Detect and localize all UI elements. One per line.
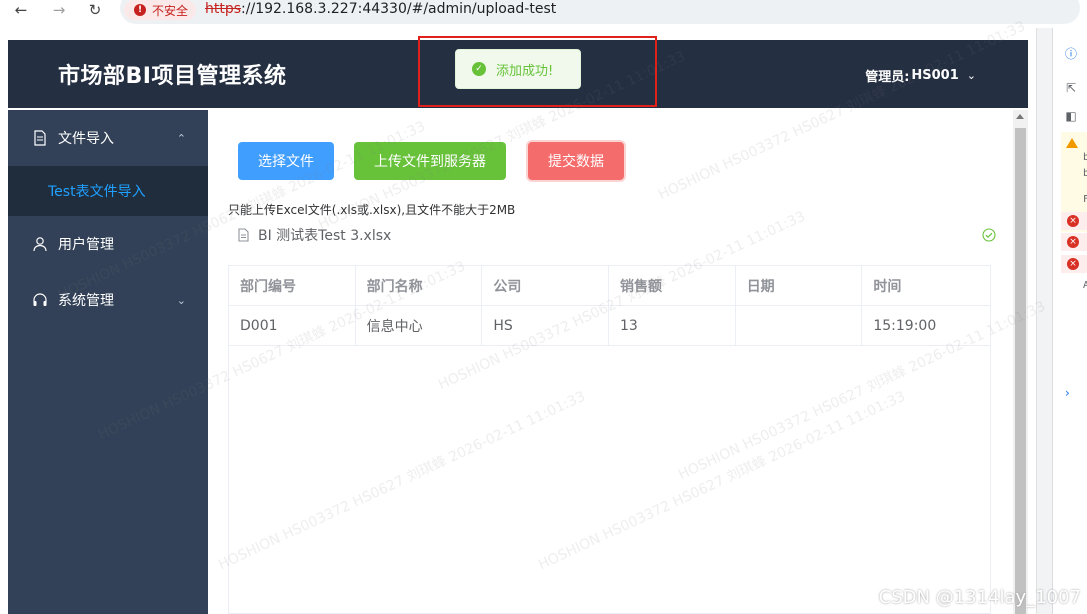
sidebar-item-user-management[interactable]: 用户管理: [8, 216, 208, 272]
user-name: HS001: [911, 68, 959, 83]
file-icon: [236, 228, 250, 242]
devtools-panel: ⓘ ⇱ ◧ b b F × × × A ›: [1052, 28, 1087, 614]
submit-data-button[interactable]: 提交数据: [528, 142, 624, 180]
sidebar: 文件导入 ⌃ Test表文件导入 用户管理 系统管理 ⌄: [8, 110, 208, 614]
column-header[interactable]: 部门名称: [356, 266, 483, 305]
choose-file-button[interactable]: 选择文件: [238, 142, 334, 180]
table-cell: 13: [609, 306, 736, 345]
csdn-credit: CSDN @1314lay_1007: [878, 587, 1081, 608]
table-row[interactable]: D001 信息中心 HS 13 15:19:00: [229, 306, 990, 346]
info-icon[interactable]: ⓘ: [1063, 46, 1079, 62]
reload-icon[interactable]: ↻: [84, 0, 106, 20]
upload-hint: 只能上传Excel文件(.xls或.xlsx),且文件不能大于2MB: [228, 203, 516, 217]
table-cell: 15:19:00: [873, 317, 937, 334]
column-header[interactable]: 日期: [736, 266, 863, 305]
console-error: ×: [1061, 212, 1087, 230]
table-cell: HS: [482, 306, 610, 345]
user-menu[interactable]: 管理员: HS001 ⌄: [865, 66, 976, 85]
url-text[interactable]: https://192.168.3.227:44330/#/admin/uplo…: [205, 1, 556, 17]
arrow-left-icon[interactable]: ←: [10, 0, 32, 20]
app-page: 市场部BI项目管理系统 管理员: HS001 ⌄ 文件导入 ⌃ Test表文件导…: [8, 40, 1028, 614]
sidebar-subitem-test-import[interactable]: Test表文件导入: [8, 166, 208, 216]
warning-icon: !: [134, 4, 146, 16]
url-protocol: https: [205, 1, 242, 17]
upload-to-server-button[interactable]: 上传文件到服务器: [354, 142, 506, 180]
user-role-label: 管理员:: [865, 70, 910, 85]
security-chip[interactable]: ! 不安全: [124, 0, 197, 20]
scroll-thumb[interactable]: [1015, 128, 1026, 614]
sidebar-item-label: 用户管理: [58, 237, 114, 253]
sidebar-subitem-label: Test表文件导入: [48, 184, 146, 200]
main-content: 选择文件 上传文件到服务器 提交数据 只能上传Excel文件(.xls或.xls…: [208, 110, 1013, 614]
data-table: 部门编号 部门名称 公司 销售额 日期 时间 D001 信息中心 HS 13 1…: [228, 265, 991, 614]
warning-triangle-icon: [1066, 138, 1078, 148]
sidebar-item-label: 系统管理: [58, 293, 114, 309]
annotation-highlight-box: [418, 36, 657, 107]
scroll-up-icon[interactable]: [1016, 114, 1024, 119]
console-text: A: [1083, 280, 1087, 291]
console-error: ×: [1061, 255, 1087, 273]
url-path: ://192.168.3.227:44330/#/admin/upload-te…: [241, 1, 557, 17]
uploaded-file-item[interactable]: BI 测试表Test 3.xlsx: [236, 224, 996, 246]
headset-icon: [32, 292, 48, 308]
error-icon: ×: [1067, 236, 1079, 248]
browser-toolbar: ← → ↻ ! 不安全 https://192.168.3.227:44330/…: [0, 0, 1087, 24]
security-label: 不安全: [152, 3, 189, 18]
file-name: BI 测试表Test 3.xlsx: [258, 228, 392, 244]
table-cell: [736, 306, 863, 345]
table-header: 部门编号 部门名称 公司 销售额 日期 时间: [229, 266, 990, 306]
inspect-icon[interactable]: ⇱: [1063, 80, 1079, 96]
arrow-right-icon[interactable]: →: [48, 0, 70, 20]
check-circle-icon: [982, 228, 996, 242]
sidebar-item-label: 文件导入: [58, 131, 114, 147]
devtools-resize-bar[interactable]: [1036, 28, 1052, 614]
error-icon: ×: [1067, 258, 1079, 270]
column-header[interactable]: 部门编号: [229, 266, 356, 305]
sidebar-toggle-icon[interactable]: ◧: [1063, 108, 1079, 124]
chevron-right-icon[interactable]: ›: [1065, 386, 1070, 400]
column-header[interactable]: 时间: [862, 266, 990, 305]
console-error: ×: [1061, 233, 1087, 251]
error-icon: ×: [1067, 215, 1079, 227]
document-icon: [32, 130, 48, 146]
page-scrollbar[interactable]: [1013, 110, 1028, 614]
chevron-down-icon: ⌄: [176, 294, 186, 307]
chevron-up-icon: ⌃: [176, 132, 186, 145]
column-header[interactable]: 公司: [482, 266, 610, 305]
app-title: 市场部BI项目管理系统: [58, 64, 287, 89]
user-icon: [32, 236, 48, 252]
sidebar-item-file-import[interactable]: 文件导入 ⌃: [8, 110, 208, 166]
table-cell: 信息中心: [356, 306, 483, 345]
chevron-down-icon: ⌄: [966, 69, 976, 82]
sidebar-item-system-management[interactable]: 系统管理 ⌄: [8, 272, 208, 328]
column-header[interactable]: 销售额: [609, 266, 736, 305]
table-cell: D001: [229, 306, 356, 345]
